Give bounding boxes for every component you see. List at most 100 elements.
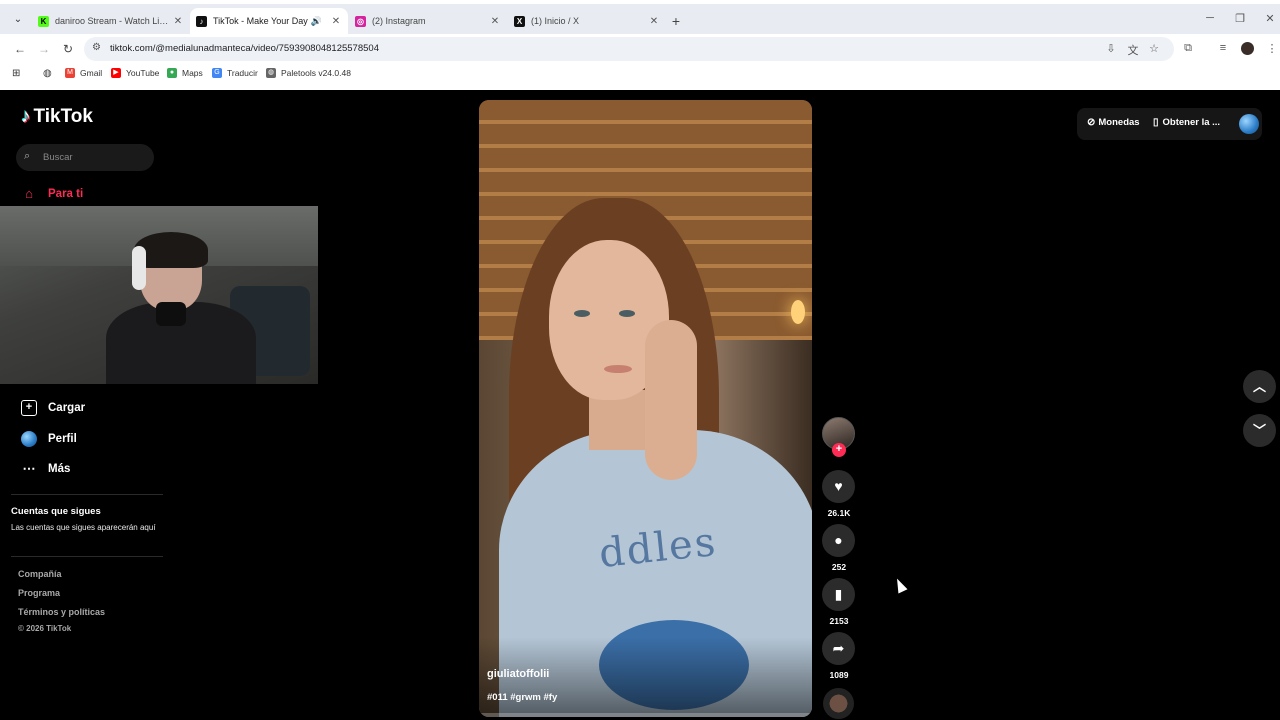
- sidebar-item-upload[interactable]: + Cargar: [21, 400, 85, 416]
- extensions-icon[interactable]: ⧉: [1181, 42, 1195, 55]
- bookmark-maps[interactable]: ● Maps: [167, 68, 203, 78]
- address-bar[interactable]: ⚙ tiktok.com/@medialunadmanteca/video/75…: [84, 37, 1174, 61]
- restore-icon[interactable]: ❐: [1230, 12, 1250, 25]
- bookmark-label: Paletools v24.0.48: [281, 68, 351, 78]
- follow-plus-icon[interactable]: +: [832, 443, 846, 457]
- instagram-icon: ◎: [355, 15, 366, 27]
- maps-icon: ●: [167, 68, 177, 78]
- video-hashtags[interactable]: #011 #grwm #fy: [487, 692, 557, 703]
- following-title: Cuentas que sigues: [11, 506, 101, 517]
- close-tab-icon[interactable]: ✕: [330, 16, 342, 27]
- tab-strip: ⌄ K daniroo Stream - Watch Live on ✕ ♪ T…: [0, 4, 1280, 34]
- install-app-icon[interactable]: ⇩: [1104, 42, 1118, 55]
- youtube-icon: ▶: [111, 68, 121, 78]
- upload-plus-icon: +: [21, 400, 37, 416]
- bookmarks-bar: ⊞ ◍ M Gmail ▶ YouTube ● Maps G Traducir …: [0, 64, 1280, 86]
- reload-icon[interactable]: ↻: [60, 41, 76, 57]
- kick-icon: K: [38, 15, 49, 27]
- coins-label: Monedas: [1098, 117, 1140, 128]
- music-disc-icon[interactable]: [823, 688, 854, 719]
- tiktok-note-icon: ♪: [21, 106, 31, 127]
- close-tab-icon[interactable]: ✕: [489, 16, 501, 27]
- browser-toolbar: ← → ↻ ⚙ tiktok.com/@medialunadmanteca/vi…: [0, 34, 1280, 64]
- search-placeholder: Buscar: [43, 152, 73, 163]
- tab-title: daniroo Stream - Watch Live on: [55, 16, 172, 26]
- sidebar-item-label: Cargar: [48, 402, 86, 414]
- tiktok-logo[interactable]: ♪ TikTok: [21, 106, 93, 128]
- divider: [11, 494, 163, 495]
- speaker-icon[interactable]: 🔊: [311, 16, 322, 27]
- previous-video-button[interactable]: ︿: [1243, 370, 1276, 403]
- footer-link-company[interactable]: Compañía: [18, 569, 62, 579]
- tab-title: (1) Inicio / X: [531, 16, 580, 26]
- sidebar-item-label: Más: [48, 463, 71, 475]
- next-video-button[interactable]: ﹀: [1243, 414, 1276, 447]
- globe-icon: ◍: [266, 68, 276, 78]
- profile-avatar[interactable]: [1241, 42, 1254, 55]
- footer-link-program[interactable]: Programa: [18, 588, 60, 598]
- browser-chrome: ⌄ K daniroo Stream - Watch Live on ✕ ♪ T…: [0, 0, 1280, 90]
- top-right-actions: ⊘ Monedas ▯ Obtener la ...: [1077, 108, 1262, 140]
- back-icon[interactable]: ←: [12, 41, 28, 57]
- kebab-menu-icon[interactable]: ⋮: [1265, 42, 1279, 55]
- comment-button[interactable]: ●: [822, 524, 855, 557]
- close-window-icon[interactable]: ✕: [1260, 12, 1280, 25]
- bookmark-label: Traducir: [227, 68, 258, 78]
- bookmark-youtube[interactable]: ▶ YouTube: [111, 68, 159, 78]
- footer-link-terms[interactable]: Términos y políticas: [18, 607, 105, 617]
- url-text[interactable]: tiktok.com/@medialunadmanteca/video/7593…: [110, 43, 379, 54]
- tab-x[interactable]: X (1) Inicio / X ✕: [508, 8, 666, 34]
- bookmark-gmail[interactable]: M Gmail: [65, 68, 102, 78]
- bookmark-paletools[interactable]: ◍ Paletools v24.0.48: [266, 68, 351, 78]
- comment-count: 252: [831, 562, 847, 572]
- sidebar-item-profile[interactable]: Perfil: [21, 431, 77, 447]
- like-button[interactable]: ♥: [822, 470, 855, 503]
- chevron-up-icon: ︿: [1252, 379, 1266, 394]
- user-avatar[interactable]: [1239, 114, 1259, 134]
- tab-tiktok[interactable]: ♪ TikTok - Make Your Day 🔊 ✕: [190, 8, 348, 34]
- divider: [11, 556, 163, 557]
- coin-icon: ⊘: [1087, 117, 1096, 128]
- get-app-button[interactable]: ▯ Obtener la ...: [1153, 117, 1220, 128]
- chevron-down-icon: ﹀: [1252, 423, 1266, 438]
- tab-instagram[interactable]: ◎ (2) Instagram ✕: [349, 8, 507, 34]
- tiktok-icon: ♪: [196, 15, 207, 27]
- close-tab-icon[interactable]: ✕: [648, 16, 660, 27]
- media-control-icon[interactable]: ≡: [1216, 42, 1230, 54]
- video-author[interactable]: giuliatoffolii: [487, 668, 549, 680]
- bookmark-star-icon[interactable]: ☆: [1147, 42, 1161, 55]
- tab-title: (2) Instagram: [372, 16, 426, 26]
- sidebar-item-more[interactable]: ⋯ Más: [21, 461, 71, 477]
- headphones: [132, 246, 146, 290]
- tab-search-chevron-icon[interactable]: ⌄: [8, 10, 28, 30]
- share-button[interactable]: ➦: [822, 632, 855, 665]
- profile-globe-icon: [21, 431, 37, 447]
- video-progress-bar[interactable]: [479, 713, 812, 717]
- sidebar-item-for-you[interactable]: ⌂ Para ti: [21, 186, 83, 202]
- tab-kick[interactable]: K daniroo Stream - Watch Live on ✕: [32, 8, 190, 34]
- mouse-cursor: [892, 576, 908, 594]
- bookmark-translate[interactable]: G Traducir: [212, 68, 258, 78]
- apps-grid-icon[interactable]: ⊞: [12, 68, 20, 79]
- share-arrow-icon: ➦: [832, 640, 845, 656]
- microphone: [156, 302, 186, 326]
- bookmark-icon: ▮: [834, 586, 843, 602]
- new-tab-button[interactable]: +: [668, 12, 684, 30]
- following-subtitle: Las cuentas que sigues aparecerán aquí: [11, 523, 156, 532]
- globe-icon[interactable]: ◍: [43, 68, 52, 79]
- minimize-icon[interactable]: ─: [1200, 12, 1220, 24]
- search-input[interactable]: ⌕ Buscar: [16, 144, 154, 171]
- x-icon: X: [514, 15, 525, 27]
- translate-icon[interactable]: 文: [1126, 42, 1140, 58]
- save-button[interactable]: ▮: [822, 578, 855, 611]
- bookmark-label: Maps: [182, 68, 203, 78]
- coins-button[interactable]: ⊘ Monedas: [1087, 117, 1140, 128]
- more-dots-icon: ⋯: [22, 461, 36, 476]
- forward-icon[interactable]: →: [36, 41, 52, 57]
- translate-icon: G: [212, 68, 222, 78]
- comment-icon: ●: [834, 532, 843, 548]
- close-tab-icon[interactable]: ✕: [172, 16, 184, 27]
- site-info-icon[interactable]: ⚙: [92, 42, 101, 53]
- save-count: 2153: [829, 616, 849, 626]
- video-player[interactable]: ddles giuliatoffolii #011 #grwm #fy: [479, 100, 812, 717]
